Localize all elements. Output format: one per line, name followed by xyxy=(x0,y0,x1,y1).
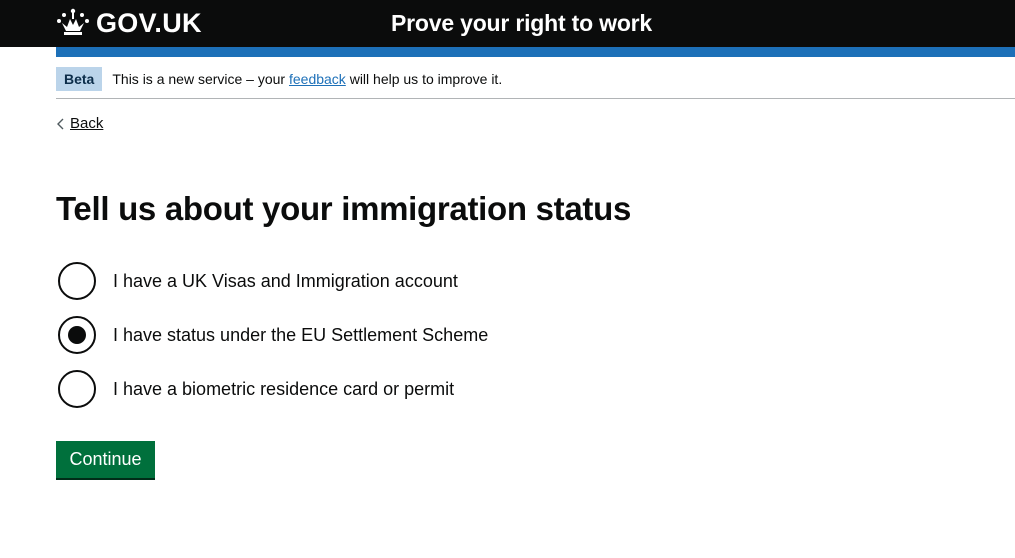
logo-text: GOV.UK xyxy=(96,8,202,38)
feedback-link[interactable]: feedback xyxy=(289,71,346,87)
radio-button[interactable] xyxy=(58,370,96,408)
radio-option-ukvi-account[interactable]: I have a UK Visas and Immigration accoun… xyxy=(58,261,458,301)
page-title: Tell us about your immigration status xyxy=(56,190,632,227)
phase-banner: Beta This is a new service – your feedba… xyxy=(56,59,1015,99)
govuk-logo-link[interactable]: GOV.UK xyxy=(56,5,202,41)
beta-tag: Beta xyxy=(56,66,103,91)
crown-icon xyxy=(57,8,89,35)
radio-option-biometric-card[interactable]: I have a biometric residence card or per… xyxy=(58,369,454,409)
header-blue-bar xyxy=(56,47,1015,57)
radio-button[interactable] xyxy=(58,316,96,354)
phase-text-before: This is a new service – your xyxy=(112,70,289,87)
radio-option-eu-settlement[interactable]: I have status under the EU Settlement Sc… xyxy=(58,315,488,355)
chevron-left-icon xyxy=(57,118,64,130)
continue-button[interactable]: Continue xyxy=(56,441,155,478)
radio-label[interactable]: I have a biometric residence card or per… xyxy=(113,377,454,401)
phase-banner-text: This is a new service – your feedback wi… xyxy=(112,69,502,89)
service-name-link[interactable]: Prove your right to work xyxy=(391,5,652,41)
phase-text-after: will help us to improve it. xyxy=(345,70,503,87)
radio-label[interactable]: I have a UK Visas and Immigration accoun… xyxy=(113,269,458,293)
back-link-label: Back xyxy=(70,115,104,132)
radio-selected-dot xyxy=(68,326,86,344)
radio-label[interactable]: I have status under the EU Settlement Sc… xyxy=(113,323,488,347)
radio-button[interactable] xyxy=(58,262,96,300)
back-link[interactable]: Back xyxy=(56,114,103,134)
